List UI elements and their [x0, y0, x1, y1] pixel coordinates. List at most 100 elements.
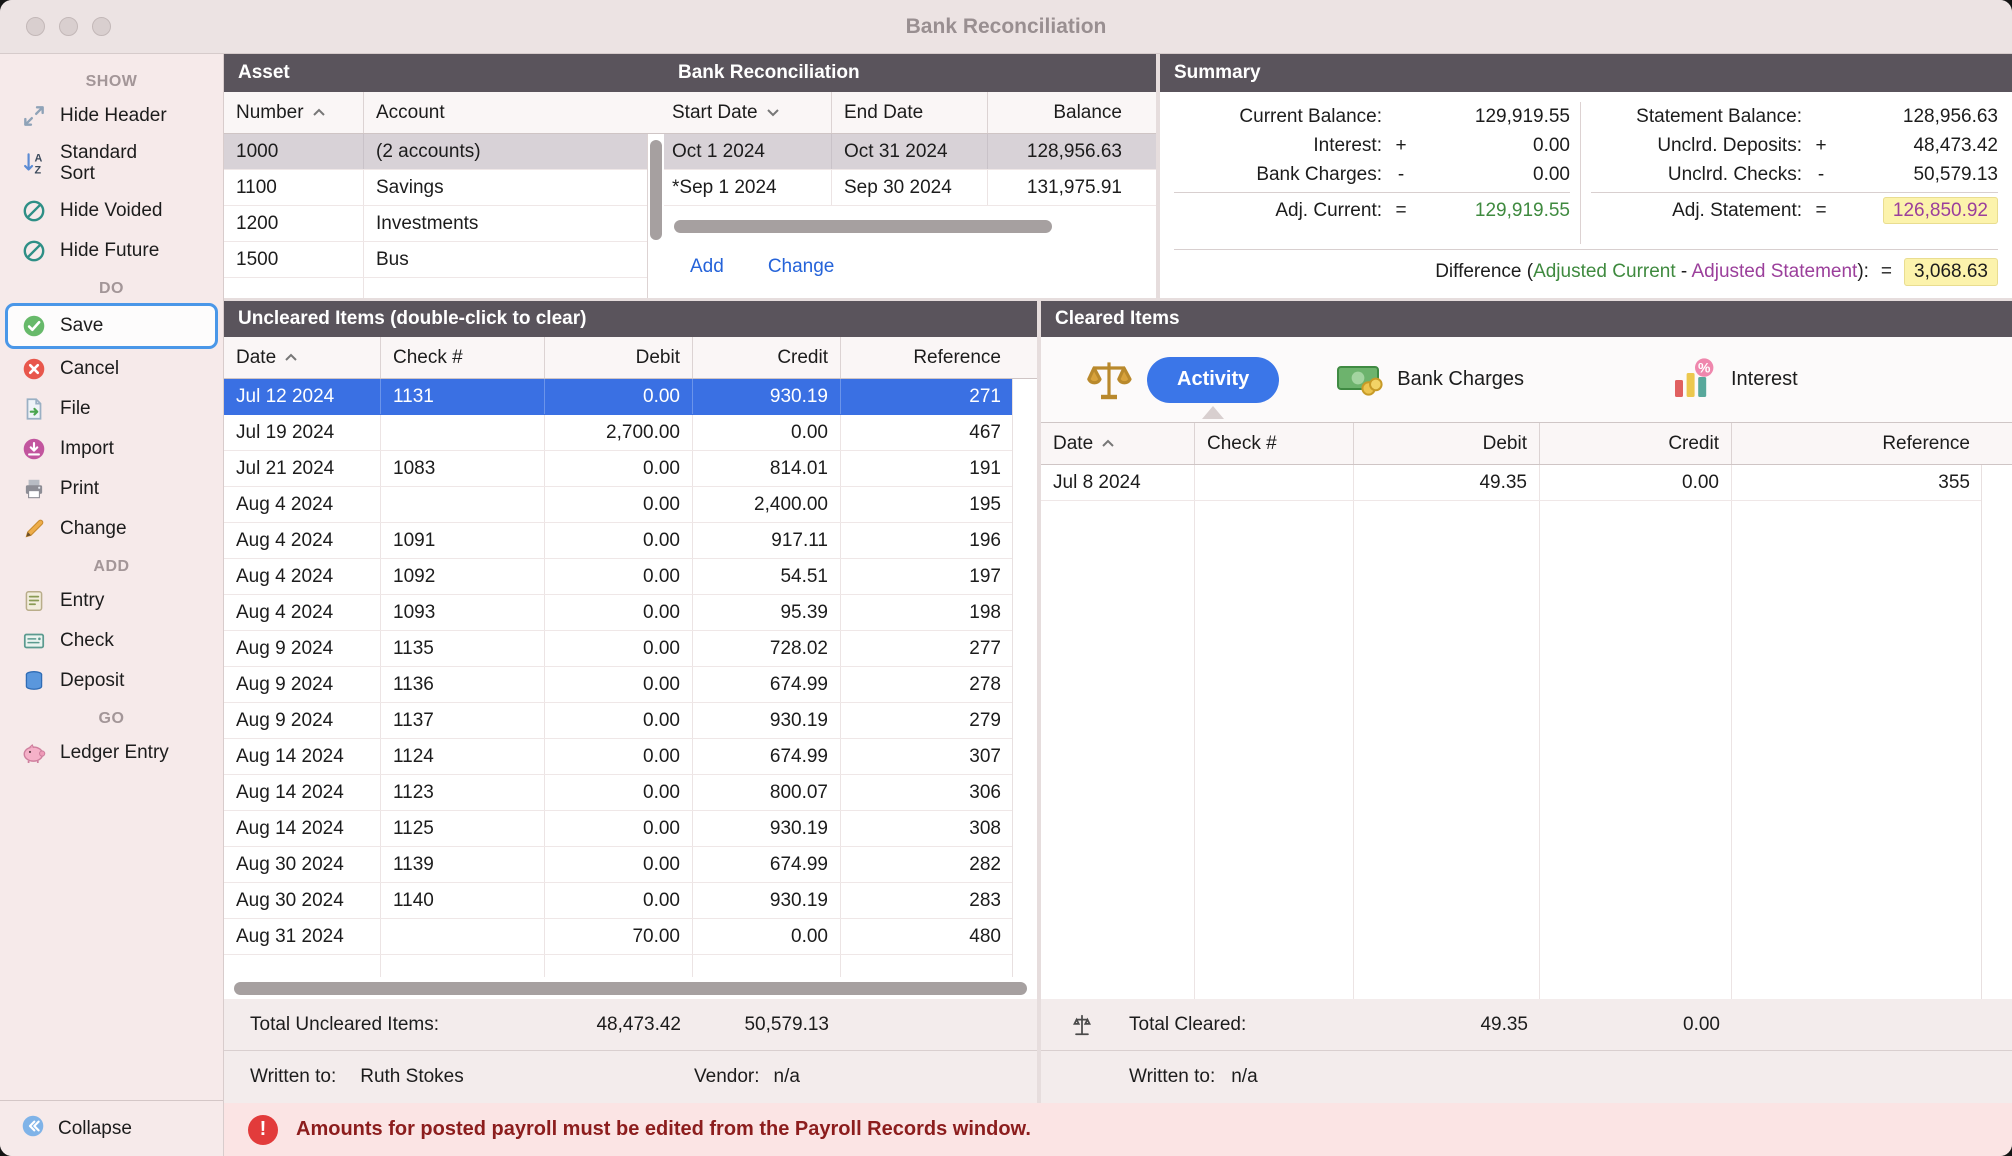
vendor-value: n/a: [774, 1066, 800, 1088]
scale-icon: [1069, 1012, 1095, 1038]
sidebar-item-entry[interactable]: Entry: [0, 581, 223, 621]
column-header-credit[interactable]: Credit: [693, 337, 841, 378]
sidebar-item-change[interactable]: Change: [0, 509, 223, 549]
uncleared-row[interactable]: Aug 4 2024 0.00 2,400.00 195: [224, 487, 1013, 523]
cleared-rows: Jul 8 2024 49.35 0.00 355: [1041, 465, 2012, 999]
uncleared-rows: Jul 12 2024 1131 0.00 930.19 271 Jul 19 …: [224, 379, 1037, 977]
sidebar-item-file[interactable]: File: [0, 389, 223, 429]
column-header-debit[interactable]: Debit: [545, 337, 693, 378]
tab-activity[interactable]: Activity: [1147, 357, 1279, 403]
column-header-number[interactable]: Number: [224, 92, 364, 133]
svg-text:A: A: [35, 153, 43, 165]
column-header-credit[interactable]: Credit: [1540, 423, 1732, 464]
difference-row: Difference (Adjusted Current - Adjusted …: [1174, 254, 1998, 290]
asset-row[interactable]: 1500 Bus: [224, 242, 648, 278]
asset-row[interactable]: 1200 Investments: [224, 206, 648, 242]
save-check-icon: [20, 312, 48, 340]
sidebar-item-ledger-entry[interactable]: Ledger Entry: [0, 733, 223, 773]
uncleared-row[interactable]: Aug 30 2024 1139 0.00 674.99 282: [224, 847, 1013, 883]
vertical-scrollbar-thumb[interactable]: [650, 140, 662, 240]
uncleared-row[interactable]: Jul 19 2024 2,700.00 0.00 467: [224, 415, 1013, 451]
sidebar-item-hide-voided[interactable]: Hide Voided: [0, 191, 223, 231]
column-header-date[interactable]: Date: [224, 337, 381, 378]
tab-bank-charges[interactable]: Bank Charges: [1397, 368, 1524, 391]
asset-rows: 1000 (2 accounts) 1100 Savings 1200 Inve…: [224, 134, 664, 298]
adj-current-value: 129,919.55: [1420, 200, 1570, 222]
sidebar-item-hide-future[interactable]: Hide Future: [0, 231, 223, 271]
uncleared-row[interactable]: Aug 4 2024 1093 0.00 95.39 198: [224, 595, 1013, 631]
cleared-row[interactable]: Jul 8 2024 49.35 0.00 355: [1041, 465, 1982, 501]
operator: +: [1382, 135, 1420, 157]
uncleared-row[interactable]: Aug 9 2024 1137 0.00 930.19 279: [224, 703, 1013, 739]
sidebar-section-add: ADD: [0, 558, 223, 576]
column-header-end-date[interactable]: End Date: [832, 92, 988, 133]
uncleared-row[interactable]: Aug 9 2024 1136 0.00 674.99 278: [224, 667, 1013, 703]
column-header-balance[interactable]: Balance: [988, 92, 1156, 133]
total-uncleared-credit: 50,579.13: [693, 1014, 841, 1036]
cleared-panel-header: Cleared Items: [1041, 301, 2012, 337]
tab-interest[interactable]: Interest: [1731, 368, 1798, 391]
cleared-column-headers: Date Check # Debit Credit Reference: [1041, 423, 2012, 465]
column-header-debit[interactable]: Debit: [1354, 423, 1540, 464]
uncleared-row[interactable]: Aug 14 2024 1123 0.00 800.07 306: [224, 775, 1013, 811]
sidebar-item-print[interactable]: Print: [0, 469, 223, 509]
sidebar-item-save[interactable]: Save: [5, 303, 218, 349]
statement-balance-label: Statement Balance:: [1591, 106, 1802, 128]
asset-row-partial: [224, 278, 648, 298]
cheque-icon: [20, 627, 48, 655]
column-header-date[interactable]: Date: [1041, 423, 1195, 464]
total-cleared-label: Total Cleared:: [1129, 1014, 1246, 1036]
uncleared-row[interactable]: Aug 14 2024 1124 0.00 674.99 307: [224, 739, 1013, 775]
asset-row[interactable]: 1000 (2 accounts): [224, 134, 648, 170]
uncleared-row[interactable]: Jul 21 2024 1083 0.00 814.01 191: [224, 451, 1013, 487]
sidebar-item-label: Standard Sort: [60, 142, 156, 185]
interest-label: Interest:: [1174, 135, 1382, 157]
operator: +: [1802, 135, 1840, 157]
column-header-check-number[interactable]: Check #: [1195, 423, 1354, 464]
uncleared-row[interactable]: Aug 31 2024 70.00 0.00 480: [224, 919, 1013, 955]
column-header-start-date[interactable]: Start Date: [664, 92, 832, 133]
sidebar-item-import[interactable]: Import: [0, 429, 223, 469]
sidebar-item-label: Check: [60, 630, 114, 651]
bankrec-actions: Add Change: [664, 236, 1156, 298]
uncleared-totals-row: Total Uncleared Items: 48,473.42 50,579.…: [224, 999, 1037, 1051]
sidebar-section-go: GO: [0, 710, 223, 728]
asset-row[interactable]: 1100 Savings: [224, 170, 648, 206]
column-header-check-number[interactable]: Check #: [381, 337, 545, 378]
sidebar-item-hide-header[interactable]: Hide Header: [0, 96, 223, 136]
change-statement-link[interactable]: Change: [768, 256, 835, 278]
collapse-button[interactable]: Collapse: [0, 1100, 223, 1156]
written-to-value: Ruth Stokes: [360, 1066, 464, 1088]
total-cleared-credit: 0.00: [1540, 1014, 1720, 1036]
add-statement-link[interactable]: Add: [690, 256, 724, 278]
file-icon: [20, 395, 48, 423]
written-to-value: n/a: [1231, 1066, 1257, 1088]
sidebar-item-label: Change: [60, 518, 127, 539]
horizontal-scrollbar-thumb[interactable]: [674, 220, 1052, 233]
hide-future-icon: [20, 237, 48, 265]
vendor-label: Vendor:: [694, 1066, 760, 1088]
unclrd-deposits-value: 48,473.42: [1840, 135, 1998, 157]
column-header-reference[interactable]: Reference: [1732, 423, 2012, 464]
uncleared-row[interactable]: Aug 9 2024 1135 0.00 728.02 277: [224, 631, 1013, 667]
operator: -: [1802, 164, 1840, 186]
sidebar-item-standard-sort[interactable]: AZ Standard Sort: [0, 136, 223, 191]
statement-row[interactable]: *Sep 1 2024 Sep 30 2024 131,975.91: [664, 170, 1156, 206]
cleared-written-row: Written to: n/a: [1041, 1051, 2012, 1103]
uncleared-row[interactable]: Jul 12 2024 1131 0.00 930.19 271: [224, 379, 1013, 415]
horizontal-scrollbar-thumb[interactable]: [234, 982, 1027, 995]
uncleared-row[interactable]: Aug 14 2024 1125 0.00 930.19 308: [224, 811, 1013, 847]
statement-row[interactable]: Oct 1 2024 Oct 31 2024 128,956.63: [664, 134, 1156, 170]
adj-statement-label: Adj. Statement:: [1591, 200, 1802, 222]
horizontal-scrollbar: [674, 216, 1146, 236]
uncleared-row[interactable]: Aug 30 2024 1140 0.00 930.19 283: [224, 883, 1013, 919]
column-header-account[interactable]: Account: [364, 92, 664, 133]
uncleared-row[interactable]: Aug 4 2024 1092 0.00 54.51 197: [224, 559, 1013, 595]
sidebar-item-deposit[interactable]: Deposit: [0, 661, 223, 701]
sidebar-item-cancel[interactable]: Cancel: [0, 349, 223, 389]
sidebar: SHOW Hide Header AZ Standard Sort Hide V…: [0, 54, 224, 1156]
uncleared-row[interactable]: Aug 4 2024 1091 0.00 917.11 196: [224, 523, 1013, 559]
sidebar-item-check[interactable]: Check: [0, 621, 223, 661]
column-header-reference[interactable]: Reference: [841, 337, 1037, 378]
collapse-label: Collapse: [58, 1118, 132, 1139]
